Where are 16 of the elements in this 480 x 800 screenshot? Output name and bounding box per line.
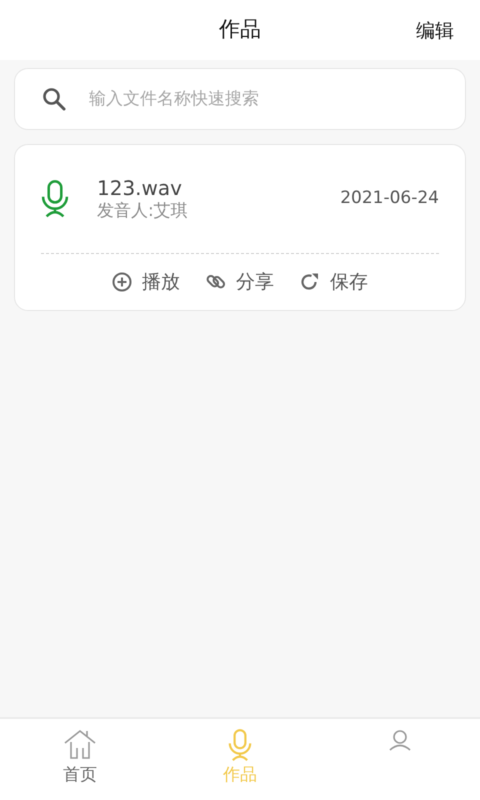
home-icon <box>63 729 97 761</box>
tab-item[interactable]: 首页 <box>0 719 160 800</box>
file-name: 123.wav <box>97 176 183 200</box>
edit-button[interactable]: 编辑 <box>416 17 454 46</box>
person-icon <box>388 729 412 751</box>
date-label: 2021-06-24 <box>340 187 439 210</box>
refresh-icon <box>300 272 320 292</box>
share-button[interactable]: 分享 <box>206 268 274 296</box>
microphone-icon <box>228 729 252 762</box>
play-button[interactable]: 播放 <box>112 268 180 296</box>
speaker-label: 发音人:艾琪 <box>97 200 188 222</box>
page-title: 作品 <box>219 16 261 44</box>
add-circle-icon <box>112 272 132 292</box>
search-field[interactable]: 输入文件名称快速搜索 <box>14 68 466 130</box>
save-button[interactable]: 保存 <box>300 268 368 296</box>
microphone-icon <box>41 180 69 218</box>
